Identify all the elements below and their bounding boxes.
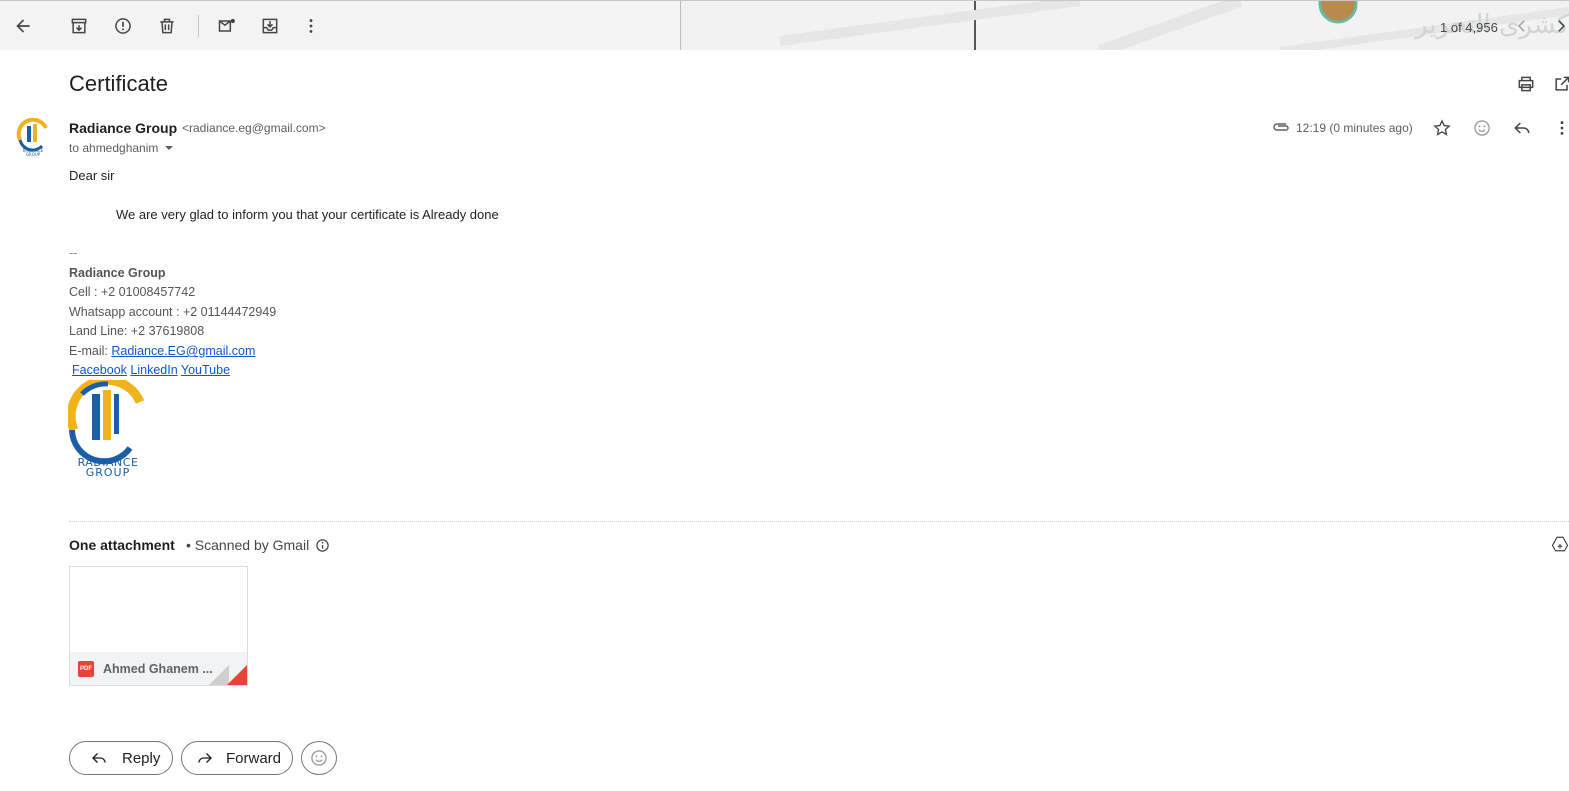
report-icon: [115, 18, 131, 34]
forward-label: Forward: [226, 749, 282, 767]
emoji-reaction-button[interactable]: [301, 741, 337, 775]
print-icon: [1518, 76, 1534, 92]
page-fold-icon: [209, 665, 247, 685]
back-button[interactable]: [9, 12, 37, 40]
message-counter: 1 of 4,956: [1440, 20, 1498, 35]
radiance-logo: RADIANCE GROUP: [68, 380, 145, 478]
star-icon: [1433, 119, 1451, 136]
open-new-window-button[interactable]: [1550, 72, 1569, 96]
chevron-right-icon: [1558, 20, 1566, 32]
sender-name[interactable]: Radiance Group: [69, 120, 177, 136]
recipient-label: to ahmedghanim: [69, 141, 159, 155]
signature-company: Radiance Group: [69, 266, 166, 280]
logo-text-2: GROUP: [86, 466, 131, 478]
signature-email-link[interactable]: Radiance.EG@gmail.com: [111, 344, 255, 358]
reply-button[interactable]: Reply: [69, 741, 173, 775]
email-greeting: Dear sir: [69, 168, 115, 183]
arrow-back-icon: [16, 19, 30, 33]
more-vert-icon: [309, 19, 313, 33]
move-to-button[interactable]: [256, 12, 284, 40]
pdf-icon: PDF: [78, 660, 94, 677]
signature-separator: --: [69, 246, 78, 260]
attachments-title: One attachment: [69, 537, 175, 553]
attachment-clip-icon: [1273, 123, 1289, 131]
email-subject: Certificate: [69, 71, 169, 96]
timestamp: 12:19 (0 minutes ago): [1296, 121, 1413, 135]
social-links: Facebook LinkedIn YouTube: [72, 363, 230, 377]
avatar-text-2: GROUP: [26, 152, 41, 157]
recipient-line[interactable]: to ahmedghanim: [69, 141, 174, 155]
open-in-new-icon: [1555, 76, 1569, 91]
add-reaction-button[interactable]: [1470, 116, 1494, 140]
youtube-link[interactable]: YouTube: [181, 363, 230, 377]
toolbar-divider: [198, 15, 199, 37]
more-options-button[interactable]: [297, 12, 325, 40]
facebook-link[interactable]: Facebook: [72, 363, 127, 377]
signature-whatsapp: Whatsapp account : +2 01144472949: [69, 305, 277, 319]
signature-email: E-mail: Radiance.EG@gmail.com: [69, 344, 255, 358]
toolbar: كشرى التحرير 1 of 4,956: [0, 0, 1569, 50]
chevron-left-icon: [1517, 20, 1525, 32]
print-button[interactable]: [1514, 72, 1538, 96]
reply-icon: [1514, 122, 1530, 134]
scanned-by-gmail: • Scanned by Gmail: [186, 537, 330, 553]
sender-email: <radiance.eg@gmail.com>: [182, 121, 326, 135]
forward-icon: [198, 753, 212, 763]
archive-icon: [71, 18, 87, 34]
star-button[interactable]: [1430, 116, 1454, 140]
reply-icon: [92, 753, 106, 763]
report-spam-button[interactable]: [109, 12, 137, 40]
reply-icon-button[interactable]: [1510, 116, 1534, 140]
archive-button[interactable]: [65, 12, 93, 40]
mark-unread-button[interactable]: [213, 12, 241, 40]
forward-button[interactable]: Forward: [181, 741, 293, 775]
reply-label: Reply: [122, 749, 161, 767]
older-button[interactable]: [1549, 14, 1569, 38]
mail-unread-icon: [218, 18, 235, 32]
emoji-icon: [1474, 120, 1490, 136]
scanned-label: • Scanned by Gmail: [186, 537, 310, 553]
trash-icon: [160, 18, 174, 34]
signature-landline: Land Line: +2 37619808: [69, 324, 205, 338]
more-vert-icon: [1560, 121, 1564, 135]
move-to-inbox-icon: [262, 18, 278, 34]
attachment-name: Ahmed Ghanem ...: [103, 661, 213, 676]
signature-email-label: E-mail:: [69, 344, 112, 358]
info-icon[interactable]: [315, 538, 330, 553]
sender-avatar: RADIANCE GROUP: [16, 118, 48, 157]
map-background: كشرى التحرير: [680, 1, 1569, 50]
attachment-card[interactable]: PDF Ahmed Ghanem ...: [69, 566, 248, 686]
emoji-icon: [311, 750, 327, 766]
email-body: We are very glad to inform you that your…: [116, 207, 499, 222]
newer-button[interactable]: [1510, 14, 1534, 38]
signature-cell: Cell : +2 01008457742: [69, 285, 196, 299]
delete-button[interactable]: [153, 12, 181, 40]
attachments-divider: [69, 521, 1569, 522]
linkedin-link[interactable]: LinkedIn: [130, 363, 177, 377]
message-more-button[interactable]: [1550, 116, 1569, 140]
caret-down-icon[interactable]: [164, 143, 174, 153]
save-to-drive-icon[interactable]: [1551, 535, 1569, 553]
